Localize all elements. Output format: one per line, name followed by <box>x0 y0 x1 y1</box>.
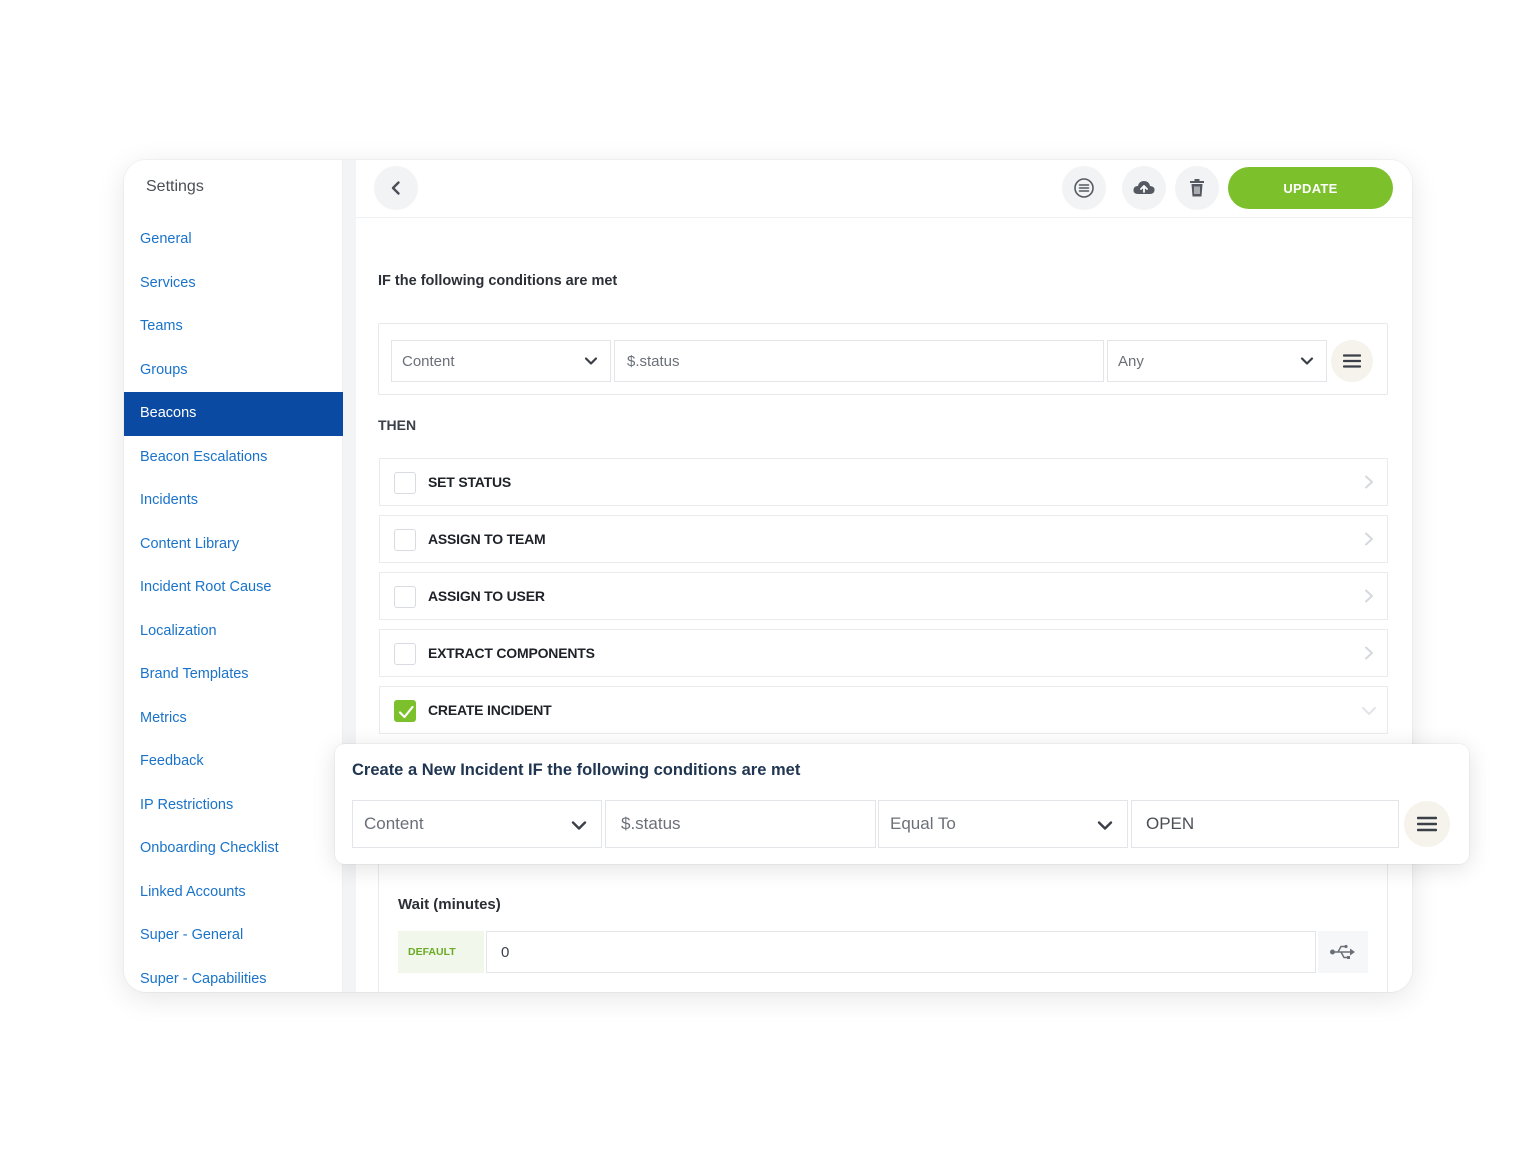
sidebar-item-brand-templates[interactable]: Brand Templates <box>124 653 343 697</box>
incident-operator-select[interactable]: Equal To <box>878 800 1128 848</box>
sidebar-title: Settings <box>146 178 204 195</box>
check-icon <box>398 705 414 719</box>
condition-source-select[interactable]: Content <box>391 340 611 382</box>
list-button[interactable] <box>1062 166 1106 210</box>
sidebar-nav: General Services Teams Groups Beacons Be… <box>124 218 343 992</box>
chevron-down-icon <box>1097 821 1113 830</box>
sidebar-item-ip-restrictions[interactable]: IP Restrictions <box>124 784 343 828</box>
wait-label: Wait (minutes) <box>398 896 501 913</box>
sidebar-item-incident-root-cause[interactable]: Incident Root Cause <box>124 566 343 610</box>
toolbar: UPDATE <box>356 160 1412 218</box>
chevron-down-icon <box>571 821 587 830</box>
chevron-down-icon <box>584 357 598 365</box>
incident-source-select[interactable]: Content <box>352 800 602 848</box>
chevron-right-icon <box>1365 475 1373 489</box>
condition-path-input[interactable]: $.status <box>614 340 1104 382</box>
sidebar-item-beacons[interactable]: Beacons <box>124 392 343 436</box>
then-label: THEN <box>378 417 417 433</box>
action-set-status[interactable]: SET STATUS <box>379 458 1388 506</box>
sidebar-item-super-capabilities[interactable]: Super - Capabilities <box>124 958 343 993</box>
action-assign-to-team[interactable]: ASSIGN TO TEAM <box>379 515 1388 563</box>
incident-source-value: Content <box>364 814 424 833</box>
sidebar-item-services[interactable]: Services <box>124 262 343 306</box>
chevron-right-icon <box>1365 589 1373 603</box>
sidebar-item-metrics[interactable]: Metrics <box>124 697 343 741</box>
create-incident-conditions-card: Create a New Incident IF the following c… <box>335 744 1469 864</box>
sidebar-item-teams[interactable]: Teams <box>124 305 343 349</box>
trash-icon <box>1190 179 1204 197</box>
conditions-row: Content $.status Any <box>378 323 1388 395</box>
hamburger-icon <box>1417 816 1437 832</box>
sidebar: Settings General Services Teams Groups B… <box>124 160 343 992</box>
action-checkbox[interactable] <box>394 529 416 551</box>
condition-source-value: Content <box>402 352 455 370</box>
usb-button[interactable] <box>1318 931 1368 973</box>
incident-operator-value: Equal To <box>890 814 956 833</box>
action-label: SET STATUS <box>428 474 512 490</box>
sidebar-divider <box>343 160 356 992</box>
condition-operator-value: Any <box>1118 352 1144 370</box>
incident-condition-menu-button[interactable] <box>1404 801 1450 847</box>
action-label: ASSIGN TO USER <box>428 588 545 604</box>
settings-window: Settings General Services Teams Groups B… <box>124 160 1412 992</box>
usb-icon <box>1330 944 1355 959</box>
action-extract-components[interactable]: EXTRACT COMPONENTS <box>379 629 1388 677</box>
conditions-title: IF the following conditions are met <box>378 273 618 289</box>
action-create-incident[interactable]: CREATE INCIDENT <box>379 686 1388 734</box>
incident-path-input[interactable]: $.status <box>605 800 876 848</box>
action-checkbox[interactable] <box>394 586 416 608</box>
action-checkbox[interactable] <box>394 643 416 665</box>
main-panel: UPDATE IF the following conditions are m… <box>356 160 1412 992</box>
hamburger-icon <box>1343 354 1361 368</box>
chevron-down-icon <box>1362 707 1376 715</box>
back-chevron-icon <box>391 181 400 195</box>
list-icon <box>1074 178 1094 198</box>
sidebar-item-general[interactable]: General <box>124 218 343 262</box>
chevron-right-icon <box>1365 532 1373 546</box>
sidebar-item-onboarding-checklist[interactable]: Onboarding Checklist <box>124 827 343 871</box>
cloud-upload-button[interactable] <box>1122 166 1166 210</box>
back-button[interactable] <box>374 166 418 210</box>
sidebar-item-localization[interactable]: Localization <box>124 610 343 654</box>
action-assign-to-user[interactable]: ASSIGN TO USER <box>379 572 1388 620</box>
wait-minutes-input[interactable]: 0 <box>486 931 1316 973</box>
sidebar-item-beacon-escalations[interactable]: Beacon Escalations <box>124 436 343 480</box>
sidebar-item-content-library[interactable]: Content Library <box>124 523 343 567</box>
delete-button[interactable] <box>1175 166 1219 210</box>
chevron-down-icon <box>1300 357 1314 365</box>
update-button[interactable]: UPDATE <box>1228 167 1393 209</box>
action-label: EXTRACT COMPONENTS <box>428 645 595 661</box>
action-label: CREATE INCIDENT <box>428 702 552 718</box>
sidebar-item-groups[interactable]: Groups <box>124 349 343 393</box>
sidebar-item-linked-accounts[interactable]: Linked Accounts <box>124 871 343 915</box>
condition-operator-select[interactable]: Any <box>1107 340 1327 382</box>
sidebar-item-feedback[interactable]: Feedback <box>124 740 343 784</box>
default-badge: DEFAULT <box>398 931 484 973</box>
incident-value-input[interactable]: OPEN <box>1131 800 1399 848</box>
condition-menu-button[interactable] <box>1331 340 1373 382</box>
chevron-right-icon <box>1365 646 1373 660</box>
sidebar-item-super-general[interactable]: Super - General <box>124 914 343 958</box>
cloud-upload-icon <box>1133 181 1155 194</box>
action-label: ASSIGN TO TEAM <box>428 531 546 547</box>
incident-conditions-title: Create a New Incident IF the following c… <box>352 761 801 779</box>
sidebar-item-incidents[interactable]: Incidents <box>124 479 343 523</box>
action-checkbox-checked[interactable] <box>394 700 416 722</box>
action-checkbox[interactable] <box>394 472 416 494</box>
